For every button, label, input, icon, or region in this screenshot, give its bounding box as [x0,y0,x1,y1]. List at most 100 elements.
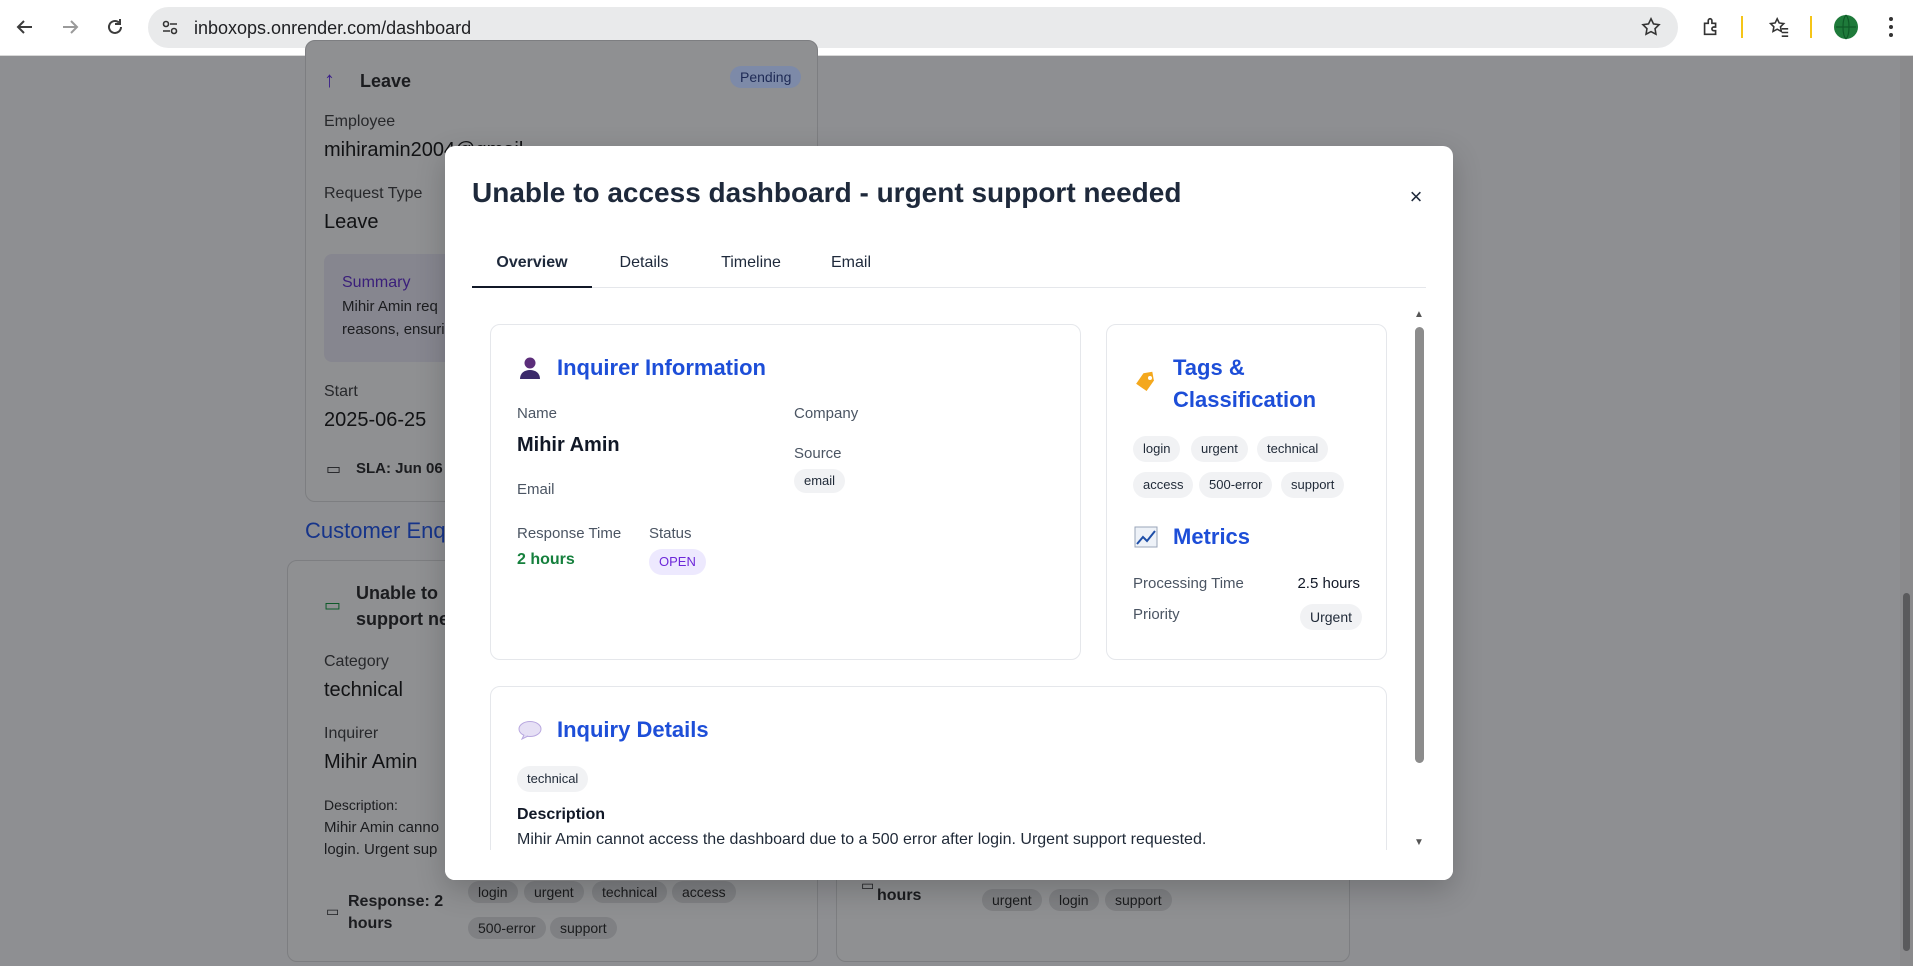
response-line-1: Response: 2 [348,893,444,910]
modal-footer-space [445,850,1453,880]
response-time-value: 2 hours [517,551,575,568]
url-text[interactable]: inboxops.onrender.com/dashboard [194,18,471,39]
section-title: Customer Enq [305,518,446,543]
tag-chip: access [1133,472,1194,498]
extensions-icon[interactable] [1696,12,1726,42]
inquirer-information-title: Inquirer Information [557,355,766,380]
category-value: technical [324,679,403,701]
profile-avatar[interactable] [1831,12,1861,42]
tags-metrics-panel: Tags & Classification login urgent techn… [1106,324,1387,660]
close-icon[interactable]: × [1405,184,1427,209]
modal-scrollbar-thumb[interactable] [1415,327,1424,763]
summary-line-1: Mihir Amin req [342,298,438,315]
tag-chip: login [1049,889,1099,911]
forward-icon[interactable] [55,12,85,42]
priority-badge: Urgent [1299,604,1362,630]
inquiry-modal: Unable to access dashboard - urgent supp… [445,146,1453,880]
person-icon [517,355,543,381]
tag-chip: support [1281,472,1345,498]
tag-chip: login [468,881,518,903]
tag-chip: 500-error [468,917,546,939]
request-type-value: Leave [324,211,379,233]
page-scrollbar[interactable] [1900,56,1913,966]
calendar-icon: ▭ [326,461,342,478]
modal-scrollbar[interactable]: ▲ ▼ [1413,310,1425,848]
email-label: Email [517,481,555,498]
tag-chip: access [672,881,736,903]
category-chip: technical [517,766,589,792]
calendar-icon: ▭ [326,903,340,919]
reload-icon[interactable] [100,12,130,42]
category-label: Category [324,653,389,670]
tag-chip: urgent [1191,436,1248,462]
tag-chip: technical [1257,436,1329,462]
bookmarks-icon[interactable] [1764,12,1794,42]
tag-icon [1133,369,1159,395]
description-text: Mihir Amin cannot access the dashboard d… [517,831,1207,848]
toolbar-separator [1741,16,1743,38]
tags-title-line-2: Classification [1173,387,1317,412]
status-label: Status [649,525,692,542]
tab-details[interactable]: Details [592,246,696,288]
source-chip: email [794,469,846,493]
site-settings-icon[interactable] [160,17,180,42]
description-line-2: login. Urgent sup [324,841,438,858]
metrics-title: Metrics [1173,524,1251,549]
leave-card-title: Leave [360,71,412,91]
back-icon[interactable] [10,12,40,42]
modal-tabs: Overview Details Timeline Email [472,246,1426,288]
employee-label: Employee [324,113,396,130]
scroll-up-arrow-icon[interactable]: ▲ [1413,310,1425,320]
calendar-icon: ▭ [324,595,342,615]
browser-toolbar: inboxops.onrender.com/dashboard [0,0,1913,56]
modal-title: Unable to access dashboard - urgent supp… [472,177,1182,208]
arrow-up-icon: ↑ [324,67,335,92]
summary-line-2: reasons, ensuri [342,321,445,338]
tag-chip: login [1133,436,1181,462]
toolbar-separator [1810,16,1812,38]
name-value: Mihir Amin [517,434,620,456]
inquirer-label: Inquirer [324,725,379,742]
pending-badge: Pending [730,66,802,88]
description-label: Description: [324,797,398,813]
company-label: Company [794,405,859,422]
speech-bubble-icon [517,717,543,743]
name-label: Name [517,405,558,422]
start-label: Start [324,383,358,400]
source-label: Source [794,445,842,462]
bookmark-star-icon[interactable] [1640,16,1662,43]
request-type-label: Request Type [324,185,423,202]
inquirer-information-panel: Inquirer Information Name Mihir Amin Com… [490,324,1081,660]
processing-time-value: 2.5 hours [1297,575,1360,592]
tag-chip: support [550,917,617,939]
description-line-1: Mihir Amin canno [324,819,440,836]
chart-increasing-icon [1133,524,1159,550]
priority-label: Priority [1133,606,1180,623]
tags-title-line-1: Tags & [1173,355,1245,380]
status-badge: OPEN [649,549,706,575]
inquiry-card-title-line-1: Unable to [356,583,439,603]
sla-text: SLA: Jun 06 [356,460,443,477]
tab-email[interactable]: Email [806,246,896,288]
tag-chip: urgent [524,881,584,903]
inquiry-card-title-line-2: support ne [356,609,449,629]
inquirer-value: Mihir Amin [324,751,418,773]
tag-chip: urgent [982,889,1042,911]
processing-time-label: Processing Time [1133,575,1244,592]
page-scrollbar-thumb[interactable] [1903,593,1910,951]
inquiry-details-title: Inquiry Details [557,717,709,742]
summary-label: Summary [342,274,411,291]
more-menu-icon[interactable] [1876,12,1906,42]
inquiry-card-2[interactable]: ▭ hours urgent login support [836,870,1350,962]
tab-timeline[interactable]: Timeline [696,246,806,288]
response-time-label: Response Time [517,525,622,542]
tag-chip: support [1105,889,1172,911]
tag-chip: technical [592,881,668,903]
response-hours: hours [877,887,922,904]
tab-overview[interactable]: Overview [472,246,592,288]
description-label: Description [517,806,606,823]
response-line-2: hours [348,915,393,932]
start-value: 2025-06-25 [324,409,427,431]
tag-chip: 500-error [1199,472,1273,498]
scroll-down-arrow-icon[interactable]: ▼ [1413,838,1425,848]
